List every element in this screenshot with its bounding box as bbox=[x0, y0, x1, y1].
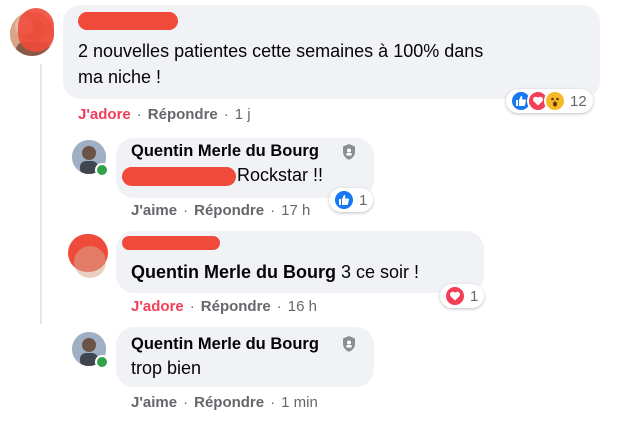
timestamp[interactable]: 17 h bbox=[281, 202, 310, 219]
redacted-mention bbox=[122, 167, 236, 186]
reaction-summary[interactable]: 1 bbox=[329, 188, 374, 212]
reply-link[interactable]: Répondre bbox=[148, 106, 218, 123]
thread-line bbox=[40, 64, 42, 324]
reply-text: Quentin Merle du Bourg 3 ce soir ! bbox=[131, 259, 419, 285]
love-action-link[interactable]: J'adore bbox=[131, 298, 184, 315]
avatar[interactable] bbox=[74, 246, 106, 278]
shield-badge-icon bbox=[342, 144, 356, 165]
online-status-dot bbox=[95, 355, 109, 369]
comment-text-line-1: 2 nouvelles patientes cette semaines à 1… bbox=[78, 41, 484, 61]
like-action-link[interactable]: J'aime bbox=[131, 394, 177, 411]
reply-link[interactable]: Répondre bbox=[201, 298, 271, 315]
reply-text: trop bien bbox=[131, 358, 202, 378]
like-action-link[interactable]: J'aime bbox=[131, 202, 177, 219]
redacted-name bbox=[18, 8, 54, 52]
reaction-count: 1 bbox=[470, 287, 479, 305]
reaction-summary[interactable]: 1 bbox=[440, 284, 485, 308]
timestamp[interactable]: 16 h bbox=[288, 298, 317, 315]
wow-icon bbox=[544, 90, 566, 112]
reply-author-name[interactable]: Quentin Merle du Bourg bbox=[131, 335, 319, 354]
love-icon bbox=[444, 285, 466, 307]
love-action-link[interactable]: J'adore bbox=[78, 106, 131, 123]
reply-text: Rockstar !! bbox=[237, 165, 324, 185]
reaction-count: 12 bbox=[570, 92, 587, 110]
timestamp[interactable]: 1 j bbox=[235, 106, 251, 123]
reply-author-name[interactable]: Quentin Merle du Bourg bbox=[131, 142, 319, 161]
redacted-author-name bbox=[122, 236, 220, 250]
comment-actions: J'adore · Répondre · 1 j bbox=[78, 106, 251, 123]
reply-actions: J'aime · Répondre · 1 min bbox=[131, 394, 318, 411]
timestamp[interactable]: 1 min bbox=[281, 394, 318, 411]
mention-link[interactable]: Quentin Merle du Bourg bbox=[131, 262, 336, 282]
reaction-summary[interactable]: 12 bbox=[506, 89, 593, 113]
reaction-count: 1 bbox=[359, 191, 368, 209]
like-icon bbox=[333, 189, 355, 211]
shield-badge-icon bbox=[342, 336, 356, 357]
reply-link[interactable]: Répondre bbox=[194, 202, 264, 219]
reply-actions: J'adore · Répondre · 16 h bbox=[131, 298, 317, 315]
reply-text-body: 3 ce soir ! bbox=[336, 262, 420, 282]
redacted-author-name bbox=[78, 12, 178, 30]
reply-link[interactable]: Répondre bbox=[194, 394, 264, 411]
online-status-dot bbox=[95, 163, 109, 177]
reply-actions: J'aime · Répondre · 17 h bbox=[131, 202, 311, 219]
comment-text-line-2: ma niche ! bbox=[78, 67, 162, 87]
